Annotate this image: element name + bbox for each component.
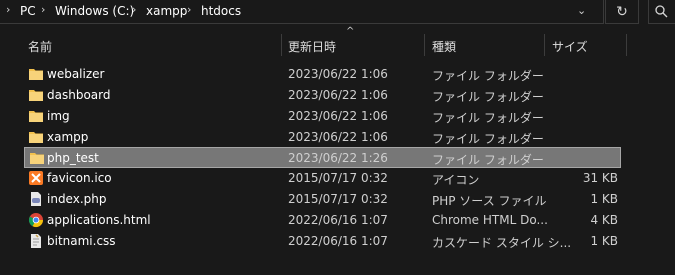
file-size: 1 KB [590,192,618,206]
column-header-type[interactable]: 種類 [432,38,456,55]
file-date: 2023/06/22 1:06 [288,67,388,81]
file-type: ファイル フォルダー [432,90,544,104]
file-size: 4 KB [590,213,618,227]
file-type: アイコン [432,173,480,187]
file-date: 2015/07/17 0:32 [288,192,388,206]
file-type: ファイル フォルダー [432,132,544,146]
folder-icon [29,69,43,80]
address-bar[interactable]: › PC › Windows (C:) › xampp › htdocs ⌄ [0,0,604,24]
column-header-name[interactable]: 名前 [28,38,52,55]
file-date: 2023/06/22 1:06 [288,88,388,102]
sort-ascending-icon: ^ [346,26,355,37]
breadcrumb-drive[interactable]: Windows (C:) [55,4,134,18]
file-row[interactable]: xampp 2023/06/22 1:06 ファイル フォルダー [24,127,621,148]
file-date: 2022/06/16 1:07 [288,234,388,248]
refresh-icon: ↻ [616,3,628,20]
address-bar-row: › PC › Windows (C:) › xampp › htdocs ⌄ ↻ [0,0,675,26]
file-type: PHP ソース ファイル [432,194,547,208]
breadcrumb-xampp[interactable]: xampp [146,4,187,18]
file-name: img [47,109,70,123]
file-name: applications.html [47,213,151,227]
file-size: 1 KB [590,234,618,248]
column-divider[interactable] [626,34,627,56]
column-divider[interactable] [281,34,282,56]
file-date: 2023/06/22 1:06 [288,109,388,123]
breadcrumb-pc[interactable]: PC [20,4,36,18]
folder-icon [29,90,43,101]
file-name: php_test [47,151,99,165]
chevron-right-icon[interactable]: › [187,3,191,16]
folder-icon [29,111,43,122]
php-file-icon [31,192,41,206]
file-row[interactable]: webalizer 2023/06/22 1:06 ファイル フォルダー [24,64,621,85]
file-row[interactable]: dashboard 2023/06/22 1:06 ファイル フォルダー [24,85,621,106]
file-name: xampp [47,130,89,144]
column-header-date[interactable]: 更新日時 [288,38,336,55]
column-divider[interactable] [544,34,545,56]
file-name: index.php [47,192,107,206]
file-type: ファイル フォルダー [432,69,544,83]
search-icon [655,5,668,18]
file-row[interactable]: bitnami.css 2022/06/16 1:07 カスケード スタイル シ… [24,231,621,252]
file-date: 2022/06/16 1:07 [288,213,388,227]
file-name: bitnami.css [47,234,116,248]
column-header-size[interactable]: サイズ [552,38,588,55]
refresh-button[interactable]: ↻ [605,0,639,24]
chevron-down-icon[interactable]: ⌄ [577,4,586,17]
file-type: ファイル フォルダー [432,111,544,125]
chevron-right-icon[interactable]: › [132,3,136,16]
chevron-right-icon[interactable]: › [6,3,10,16]
file-type: ファイル フォルダー [432,153,544,167]
folder-icon [29,132,43,143]
file-type: Chrome HTML Do... [432,213,548,227]
file-row[interactable]: applications.html 2022/06/16 1:07 Chrome… [24,210,621,231]
breadcrumb-htdocs[interactable]: htdocs [201,4,241,18]
file-name: dashboard [47,88,111,102]
file-date: 2015/07/17 0:32 [288,171,388,185]
css-file-icon [31,234,41,248]
file-size: 31 KB [582,171,618,185]
file-date: 2023/06/22 1:26 [288,151,388,165]
chrome-icon [28,213,44,228]
column-divider[interactable] [424,34,425,56]
file-name: webalizer [47,67,105,81]
file-row-selected[interactable]: php_test 2023/06/22 1:26 ファイル フォルダー [24,147,621,168]
file-row[interactable]: img 2023/06/22 1:06 ファイル フォルダー [24,106,621,127]
search-box[interactable] [648,0,675,24]
column-header-row: 名前 更新日時 ^ 種類 サイズ [0,26,675,58]
chevron-right-icon[interactable]: › [41,3,45,16]
xampp-icon [29,171,43,185]
file-row[interactable]: index.php 2015/07/17 0:32 PHP ソース ファイル 1… [24,189,621,210]
file-name: favicon.ico [47,171,112,185]
folder-icon [30,153,44,164]
file-date: 2023/06/22 1:06 [288,130,388,144]
file-row[interactable]: favicon.ico 2015/07/17 0:32 アイコン 31 KB [24,168,621,189]
